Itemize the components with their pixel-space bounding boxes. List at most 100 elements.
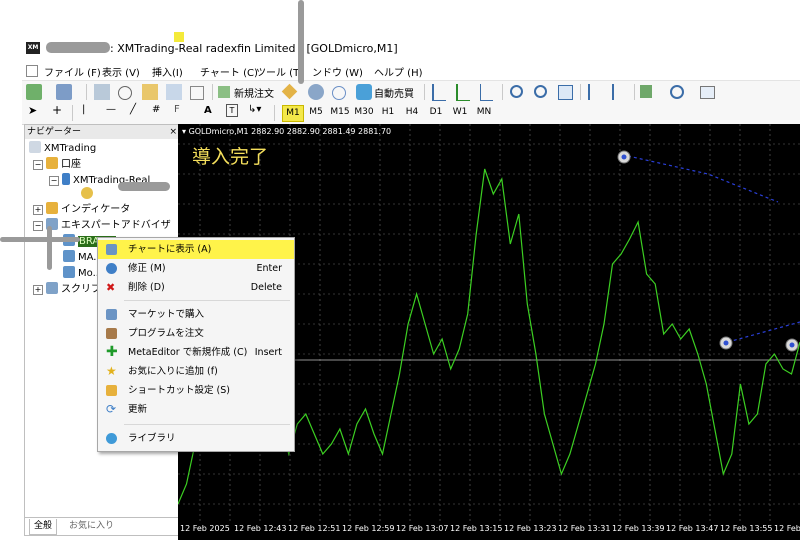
trendline-icon[interactable]: ╱ xyxy=(130,104,136,115)
templates-icon[interactable] xyxy=(700,86,715,99)
auto-trading-icon[interactable] xyxy=(356,84,372,100)
trade-line xyxy=(727,321,800,343)
cursor-icon[interactable]: ➤ xyxy=(28,104,37,117)
menu-buy-in-market[interactable]: マーケットで購入 xyxy=(98,305,294,324)
new-order-icon[interactable] xyxy=(218,86,230,98)
window-title: : XMTrading-Real radexfin Limited - [GOL… xyxy=(110,42,398,55)
bar-chart-icon[interactable] xyxy=(432,84,446,101)
new-order-button[interactable]: 新規注文 xyxy=(234,85,274,100)
timeframe-m15[interactable]: M15 xyxy=(330,105,350,120)
strategy-tester-icon[interactable] xyxy=(190,86,204,100)
tile-windows-icon[interactable] xyxy=(558,85,573,100)
signals-icon[interactable] xyxy=(308,84,324,100)
user-icon xyxy=(81,187,93,199)
annotation-arrow-stroke xyxy=(298,0,304,84)
arrows-icon[interactable]: ↳▾ xyxy=(248,104,261,115)
expert-icon xyxy=(63,266,75,278)
time-axis-label: 12 Feb 12:51 xyxy=(288,524,341,533)
menu-item-label: MetaEditor で新規作成 (C) xyxy=(128,347,248,358)
data-window-icon[interactable] xyxy=(118,86,132,100)
expand-icon[interactable]: + xyxy=(33,285,43,295)
menu-shortcut: Insert xyxy=(254,347,282,358)
close-icon[interactable]: × xyxy=(169,125,177,139)
candlestick-icon[interactable] xyxy=(456,84,470,101)
timeframe-m1[interactable]: M1 xyxy=(282,105,304,122)
indicators-icon[interactable] xyxy=(640,85,652,98)
menu-library[interactable]: ライブラリ xyxy=(98,429,294,448)
tab-favorites[interactable]: お気に入り xyxy=(65,519,118,534)
metaeditor-icon[interactable] xyxy=(281,83,298,100)
tree-root[interactable]: XMTrading xyxy=(29,141,96,157)
zoom-in-icon[interactable] xyxy=(510,85,523,98)
channel-icon[interactable]: # xyxy=(152,104,160,115)
new-chart-icon[interactable] xyxy=(26,84,42,100)
collapse-icon[interactable]: − xyxy=(33,221,43,231)
star-icon: ★ xyxy=(106,364,117,378)
fibonacci-icon[interactable]: F xyxy=(174,104,180,115)
menu-shortcut-settings[interactable]: ショートカット設定 (S) xyxy=(98,381,294,400)
expert-icon xyxy=(63,250,75,262)
market-icon[interactable] xyxy=(332,86,346,100)
chart-overlay-text: 導入完了 xyxy=(192,146,269,168)
app-icon: XM xyxy=(26,42,40,54)
menu-order-program[interactable]: プログラムを注文 xyxy=(98,324,294,343)
timeframe-w1[interactable]: W1 xyxy=(450,105,470,120)
crosshair-icon[interactable]: + xyxy=(52,103,62,117)
menu-help[interactable]: ヘルプ (H) xyxy=(374,64,423,79)
computer-icon xyxy=(29,141,41,153)
collapse-icon[interactable]: − xyxy=(49,176,59,186)
zoom-out-icon[interactable] xyxy=(534,85,547,98)
tree-experts[interactable]: − エキスパートアドバイザ xyxy=(33,218,171,234)
tree-accounts[interactable]: − 口座 xyxy=(33,157,81,173)
menu-item-label: ライブラリ xyxy=(128,433,176,444)
timeframe-d1[interactable]: D1 xyxy=(426,105,446,120)
menu-metaeditor-new[interactable]: ✚ MetaEditor で新規作成 (C) Insert xyxy=(98,343,294,362)
terminal-icon[interactable] xyxy=(166,84,182,100)
line-chart-icon[interactable] xyxy=(480,84,493,101)
menu-shortcut: Enter xyxy=(256,263,283,274)
tree-login[interactable] xyxy=(81,187,96,203)
timeframe-h4[interactable]: H4 xyxy=(402,105,422,120)
menu-view[interactable]: 表示 (V) xyxy=(102,64,140,79)
menu-window[interactable]: ンドウ (W) xyxy=(312,64,363,79)
tab-general[interactable]: 全般 xyxy=(29,519,58,535)
autoscroll-icon[interactable] xyxy=(588,84,602,100)
annotation-arrow-stroke xyxy=(47,226,52,270)
timeframe-h1[interactable]: H1 xyxy=(378,105,398,120)
menu-modify[interactable]: 修正 (M) Enter xyxy=(98,259,294,278)
key-icon xyxy=(106,385,117,396)
time-axis-label: 12 Feb 12:59 xyxy=(342,524,395,533)
timeframe-mn[interactable]: MN xyxy=(474,105,494,120)
menu-item-label: 削除 (D) xyxy=(128,282,165,293)
menu-tools[interactable]: ツール (T) xyxy=(256,64,303,79)
timeframe-m5[interactable]: M5 xyxy=(306,105,326,120)
market-watch-icon[interactable] xyxy=(94,84,110,100)
tree-indicators[interactable]: + インディケータ xyxy=(33,202,130,218)
menu-file[interactable]: ファイル (F) xyxy=(44,64,101,79)
menu-insert[interactable]: 挿入(I) xyxy=(152,64,183,79)
menu-refresh[interactable]: ⟳ 更新 xyxy=(98,400,294,419)
collapse-icon[interactable]: − xyxy=(33,160,43,170)
vertical-line-icon[interactable]: | xyxy=(82,104,85,115)
periods-icon[interactable] xyxy=(670,85,684,99)
timeframe-m30[interactable]: M30 xyxy=(354,105,374,120)
expand-icon[interactable]: + xyxy=(33,205,43,215)
auto-trading-button[interactable]: 自動売買 xyxy=(374,85,414,100)
menu-chart[interactable]: チャート (C) xyxy=(200,64,258,79)
menu-item-label: 修正 (M) xyxy=(128,263,166,274)
navigator-icon[interactable] xyxy=(142,84,158,100)
context-menu: チャートに表示 (A) 修正 (M) Enter ✖ 削除 (D) Delete… xyxy=(97,237,295,452)
globe-icon xyxy=(106,433,117,444)
time-axis-label: 12 Feb 13:23 xyxy=(504,524,557,533)
scripts-folder-icon xyxy=(46,282,58,294)
menu-add-favorite[interactable]: ★ お気に入りに追加 (f) xyxy=(98,362,294,381)
menu-attach-to-chart[interactable]: チャートに表示 (A) xyxy=(98,240,294,259)
menu-delete[interactable]: ✖ 削除 (D) Delete xyxy=(98,278,294,297)
chart-shift-icon[interactable] xyxy=(612,84,626,100)
time-axis-label: 12 Feb 13:55 xyxy=(720,524,773,533)
text-label-icon[interactable]: T xyxy=(226,104,238,117)
profiles-icon[interactable] xyxy=(56,84,72,100)
horizontal-line-icon[interactable]: — xyxy=(106,104,116,115)
menu-item-label: マーケットで購入 xyxy=(128,309,205,320)
text-icon[interactable]: A xyxy=(204,105,212,116)
